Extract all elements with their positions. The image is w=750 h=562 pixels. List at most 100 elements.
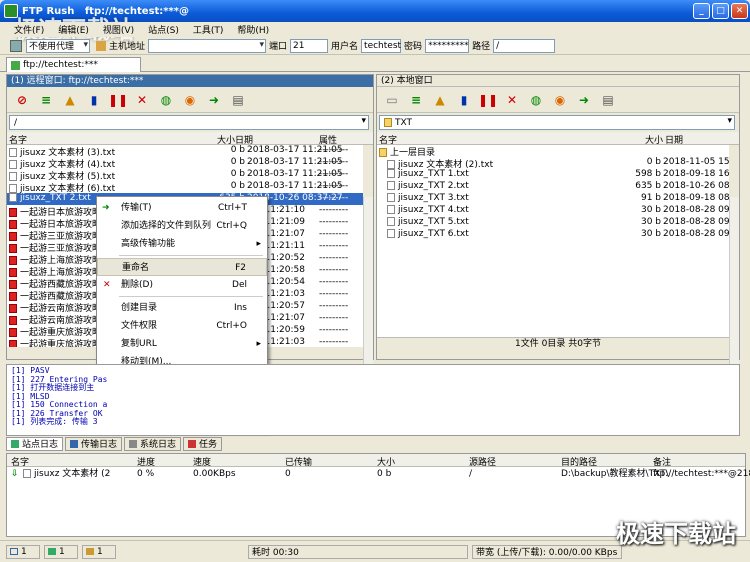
- remote-file-row[interactable]: jisuxz 文本素材 (3).txt 0 b 2018-03-17 11:21:0…: [7, 145, 363, 158]
- local-file-row[interactable]: jisuxz_TXT 4.txt30 b2018-08-28 09:20:33: [377, 205, 729, 217]
- connection-tabs: ftp://techtest:***: [0, 56, 750, 72]
- context-menu-item[interactable]: 添加选择的文件到队列 Ctrl+Q: [97, 217, 267, 235]
- log-panel: [1] PASV [1] 227 Entering Pas [1] 打开数据连接到主…: [6, 364, 740, 436]
- status-bandwidth: 带宽 (上传/下载): 0.00/0.00 KBps: [472, 544, 622, 559]
- new-folder-icon[interactable]: ◍: [157, 91, 175, 109]
- queue-row[interactable]: ⇩ jisuxz 文本素材 (2 0 % 0.00KBps 0 0 b / D:…: [7, 467, 750, 481]
- parent-directory-row[interactable]: 上一层目录: [377, 145, 729, 158]
- pass-input[interactable]: *********: [425, 38, 470, 53]
- context-menu-item[interactable]: 重命名 F2: [97, 258, 267, 276]
- context-menu-item[interactable]: 创建目录 Ins: [97, 299, 267, 317]
- local-new-folder-icon[interactable]: ◍: [527, 91, 545, 109]
- local-file-row[interactable]: jisuxz_TXT 6.txt30 b2018-08-28 09:20:33: [377, 229, 729, 241]
- port-input[interactable]: 21: [290, 38, 329, 53]
- stop-icon[interactable]: ✕: [133, 91, 151, 109]
- context-menu-item[interactable]: ✕ 删除(D) Del: [97, 276, 267, 294]
- submenu-arrow-icon: ▸: [256, 339, 261, 349]
- tab-tasks[interactable]: 任务: [183, 436, 223, 451]
- pdf-file-icon: [9, 256, 17, 265]
- local-transfer-icon[interactable]: ➜: [575, 91, 593, 109]
- local-bookmark-icon[interactable]: ▮: [455, 91, 473, 109]
- pdf-file-icon: [9, 220, 17, 229]
- tab-site-log[interactable]: 站点日志: [6, 436, 64, 451]
- local-stop-icon[interactable]: ✕: [503, 91, 521, 109]
- text-file-icon: [387, 205, 395, 214]
- menu-separator: [119, 255, 263, 256]
- local-toolbar: ▭ ≡ ▲ ▮ ❚❚ ✕ ◍ ◉ ➜ ▤: [377, 87, 739, 113]
- local-file-row[interactable]: jisuxz 文本素材 (2).txt0 b2018-11-05 15:31:5…: [377, 157, 729, 170]
- context-menu-item[interactable]: ➜ 传输(T) Ctrl+T: [97, 199, 267, 217]
- submenu-arrow-icon: ▸: [256, 239, 261, 249]
- remote-file-row[interactable]: jisuxz 文本素材 (5).txt 0 b 2018-03-17 11:21:0…: [7, 169, 363, 182]
- local-scrollbar[interactable]: [729, 197, 739, 389]
- local-file-row[interactable]: jisuxz_TXT 3.txt91 b2018-09-18 08:31:09: [377, 193, 729, 205]
- disconnect-icon[interactable]: ⊘: [13, 91, 31, 109]
- local-pane-header: (2) 本地窗口: [377, 75, 739, 87]
- pdf-file-icon: [9, 328, 17, 337]
- pdf-file-icon: [9, 292, 17, 301]
- menu-tools[interactable]: 工具(T): [193, 23, 224, 36]
- parent-folder-icon[interactable]: ▲: [61, 91, 79, 109]
- local-path-select[interactable]: TXT: [379, 115, 735, 130]
- site-icon: [11, 60, 20, 70]
- context-menu-item[interactable]: 文件权限 Ctrl+O: [97, 317, 267, 335]
- text-file-icon: [387, 193, 395, 202]
- user-input[interactable]: techtest: [361, 38, 401, 53]
- local-parent-icon[interactable]: ▲: [431, 91, 449, 109]
- download-arrow-icon: ⇩: [11, 469, 19, 479]
- text-file-icon: [387, 229, 395, 238]
- connect-icon[interactable]: [10, 39, 22, 52]
- minimize-button[interactable]: _: [693, 3, 710, 19]
- pdf-file-icon: [9, 304, 17, 313]
- local-filter-icon[interactable]: ◉: [551, 91, 569, 109]
- host-input[interactable]: [148, 38, 267, 53]
- tab-system-log[interactable]: 系统日志: [124, 436, 182, 451]
- local-list-header: 名字 大小 日期: [377, 132, 739, 146]
- status-connections: 1: [6, 544, 40, 559]
- menu-help[interactable]: 帮助(H): [237, 23, 269, 36]
- local-notes-icon[interactable]: ▤: [599, 91, 617, 109]
- status-queue: 1: [82, 544, 116, 559]
- maximize-button[interactable]: □: [712, 3, 729, 19]
- local-pause-icon[interactable]: ❚❚: [478, 91, 498, 109]
- site-manager-icon[interactable]: ▤: [229, 91, 247, 109]
- pdf-file-icon: [9, 340, 17, 347]
- menu-view[interactable]: 视图(V): [103, 23, 134, 36]
- text-file-icon: [9, 193, 17, 202]
- text-file-icon: [9, 148, 17, 157]
- connection-tab[interactable]: ftp://techtest:***: [6, 57, 141, 72]
- menu-separator: [119, 296, 263, 297]
- remote-file-row[interactable]: jisuxz 文本素材 (6).txt 0 b 2018-03-17 11:21:0…: [7, 181, 363, 194]
- drive-icon[interactable]: ▭: [383, 91, 401, 109]
- log-tabs: 站点日志 传输日志 系统日志 任务: [6, 436, 740, 451]
- pause-icon[interactable]: ❚❚: [108, 91, 128, 109]
- log-line: [1] 227 Entering Pas: [11, 374, 108, 384]
- local-file-row[interactable]: jisuxz_TXT 1.txt598 b2018-09-18 16:37:45: [377, 169, 729, 181]
- pdf-file-icon: [9, 208, 17, 217]
- transfer-icon[interactable]: ➜: [205, 91, 223, 109]
- context-menu-item[interactable]: 复制URL ▸: [97, 335, 267, 353]
- remote-toolbar: ⊘ ≡ ▲ ▮ ❚❚ ✕ ◍ ◉ ➜ ▤: [7, 87, 373, 113]
- port-label: 端口: [269, 42, 288, 52]
- proxy-select[interactable]: 不使用代理: [26, 38, 90, 53]
- local-file-row[interactable]: jisuxz_TXT 2.txt635 b2018-10-26 08:37:27: [377, 181, 729, 193]
- tasks-icon: [188, 439, 197, 448]
- path-input[interactable]: /: [493, 38, 556, 53]
- local-file-row[interactable]: jisuxz_TXT 5.txt30 b2018-08-28 09:20:33: [377, 217, 729, 229]
- menu-edit[interactable]: 编辑(E): [58, 23, 89, 36]
- bookmark-icon[interactable]: ▮: [85, 91, 103, 109]
- tab-transfer-log[interactable]: 传输日志: [65, 436, 123, 451]
- local-refresh-icon[interactable]: ≡: [407, 91, 425, 109]
- refresh-icon[interactable]: ≡: [37, 91, 55, 109]
- sites-icon: [48, 548, 56, 555]
- text-file-icon: [9, 172, 17, 181]
- status-sites: 1: [44, 544, 78, 559]
- filter-icon[interactable]: ◉: [181, 91, 199, 109]
- menu-file[interactable]: 文件(F): [14, 23, 44, 36]
- text-file-icon: [9, 184, 17, 193]
- menu-site[interactable]: 站点(S): [148, 23, 179, 36]
- remote-file-row[interactable]: jisuxz 文本素材 (4).txt 0 b 2018-03-17 11:21:0…: [7, 157, 363, 170]
- close-button[interactable]: ✕: [731, 3, 748, 19]
- remote-path-select[interactable]: /: [9, 115, 369, 130]
- context-menu-item[interactable]: 高级传输功能 ▸: [97, 235, 267, 253]
